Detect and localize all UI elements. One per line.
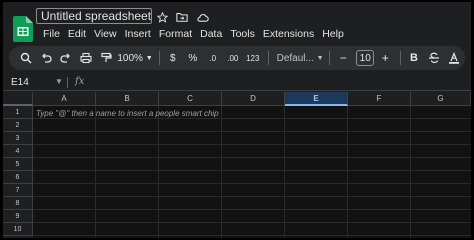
formula-bar-divider [67, 77, 68, 88]
menu-bar: File Edit View Insert Format Data Tools … [39, 27, 348, 41]
row-header-1[interactable]: 1 [3, 106, 33, 119]
column-gridline [410, 106, 411, 238]
zoom-select[interactable]: 100% ▼ [117, 48, 153, 68]
column-header-c[interactable]: C [159, 92, 222, 106]
row-header-4[interactable]: 4 [3, 145, 33, 158]
column-header-g[interactable]: G [411, 92, 471, 106]
column-header-d[interactable]: D [222, 92, 285, 106]
select-all-corner[interactable] [3, 92, 33, 106]
column-gridline [95, 106, 96, 238]
column-header-e[interactable]: E [285, 92, 348, 106]
row-header-7[interactable]: 7 [3, 184, 33, 197]
menu-help[interactable]: Help [318, 27, 348, 41]
text-color-icon[interactable] [445, 48, 463, 68]
function-icon: fx [75, 76, 85, 87]
column-header-a[interactable]: A [33, 92, 96, 106]
chevron-down-icon[interactable]: ▼ [55, 77, 63, 86]
row-header-5[interactable]: 5 [3, 158, 33, 171]
row-header-8[interactable]: 8 [3, 197, 33, 210]
chevron-down-icon: ▼ [145, 54, 153, 62]
menu-data[interactable]: Data [196, 27, 226, 41]
increase-decimal-button[interactable]: .00 [224, 48, 242, 68]
row-gridline [33, 235, 471, 236]
font-size-input[interactable]: 10 [356, 50, 375, 66]
column-gridline [221, 106, 222, 238]
toolbar-divider [400, 51, 402, 65]
menu-extensions[interactable]: Extensions [259, 27, 318, 41]
decrease-font-size-button[interactable]: − [334, 48, 352, 68]
menu-format[interactable]: Format [155, 27, 196, 41]
row-gridline [33, 144, 471, 145]
smart-chip-hint: Type "@" then a name to insert a people … [36, 109, 219, 118]
percent-format-button[interactable]: % [184, 48, 202, 68]
row-header-9[interactable]: 9 [3, 210, 33, 223]
row-header-3[interactable]: 3 [3, 132, 33, 145]
bold-button[interactable]: B [405, 48, 423, 68]
toolbar: 100% ▼ $ % .0 .00 123 Defaul... ▼ − 10 +… [9, 46, 465, 70]
row-gridline [33, 118, 471, 119]
column-gridline [284, 106, 285, 238]
row-gridline [33, 183, 471, 184]
column-gridline [347, 106, 348, 238]
sheets-logo-icon[interactable] [13, 16, 33, 42]
row-header-2[interactable]: 2 [3, 119, 33, 132]
increase-font-size-button[interactable]: + [376, 48, 394, 68]
row-gridline [33, 170, 471, 171]
toolbar-divider [329, 51, 331, 65]
row-header-6[interactable]: 6 [3, 171, 33, 184]
row-gridline [33, 209, 471, 210]
title-actions [155, 10, 209, 24]
decrease-decimal-button[interactable]: .0 [204, 48, 222, 68]
move-folder-icon[interactable] [175, 10, 189, 24]
menu-edit[interactable]: Edit [64, 27, 90, 41]
row-gridline [33, 131, 471, 132]
menu-insert[interactable]: Insert [121, 27, 155, 41]
redo-icon[interactable] [57, 48, 75, 68]
font-family-select[interactable]: Defaul... ▼ [273, 48, 324, 68]
print-icon[interactable] [77, 48, 95, 68]
column-header-f[interactable]: F [348, 92, 411, 106]
row-gridline [33, 157, 471, 158]
spreadsheet-window: Untitled spreadsheet File Edit View Inse… [3, 2, 471, 238]
toolbar-divider [159, 51, 160, 65]
row-gridline [33, 222, 471, 223]
formula-bar: E14 ▼ fx [3, 74, 471, 91]
paint-format-icon[interactable] [97, 48, 115, 68]
column-gridline [158, 106, 159, 238]
font-family-value: Defaul... [276, 52, 314, 64]
star-icon[interactable] [155, 10, 169, 24]
strikethrough-icon[interactable] [425, 48, 443, 68]
undo-icon[interactable] [37, 48, 55, 68]
sheet-grid: A B C D E F G 1 2 3 4 5 6 7 8 9 10 Type … [3, 92, 471, 238]
row-header-10[interactable]: 10 [3, 223, 33, 236]
more-formats-button[interactable]: 123 [244, 48, 262, 68]
document-title-input[interactable]: Untitled spreadsheet [36, 8, 152, 24]
name-box[interactable]: E14 [11, 77, 61, 88]
cloud-status-icon[interactable] [195, 10, 209, 24]
row-gridline [33, 196, 471, 197]
currency-format-button[interactable]: $ [164, 48, 182, 68]
toolbar-divider [267, 51, 269, 65]
column-header-b[interactable]: B [96, 92, 159, 106]
menu-view[interactable]: View [90, 27, 121, 41]
menu-file[interactable]: File [39, 27, 64, 41]
cell-area[interactable] [33, 106, 471, 238]
search-menus-icon[interactable] [17, 48, 35, 68]
menu-tools[interactable]: Tools [226, 27, 259, 41]
zoom-value: 100% [117, 52, 143, 64]
chevron-down-icon: ▼ [316, 54, 324, 62]
